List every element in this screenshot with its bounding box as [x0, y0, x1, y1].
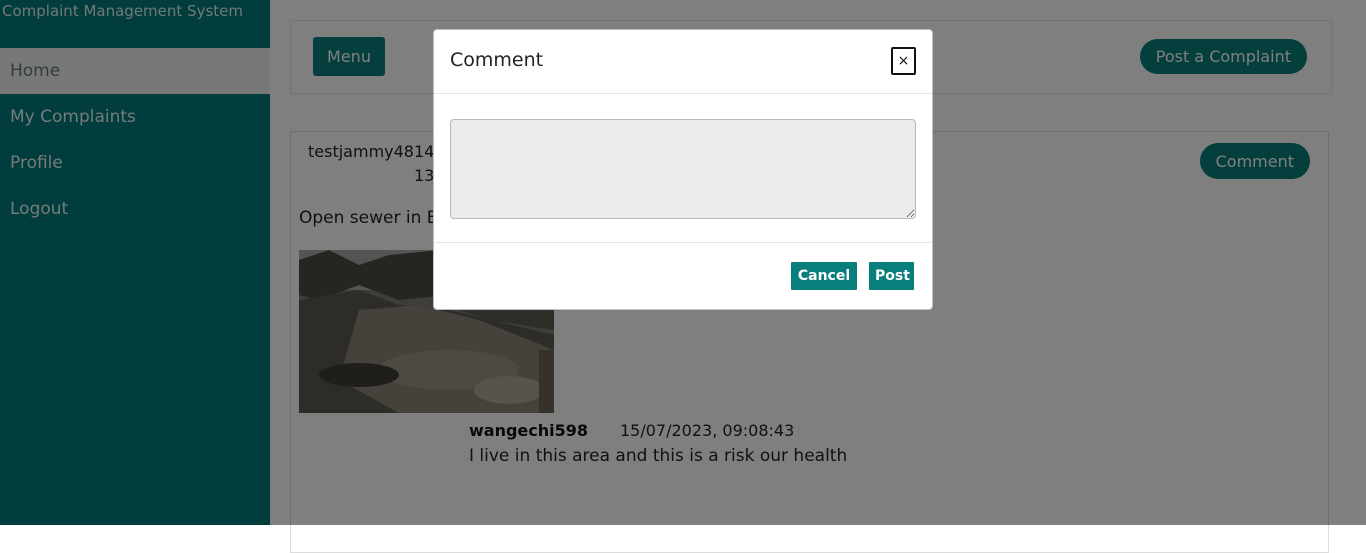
comment-modal: Comment × Cancel Post: [433, 29, 933, 310]
comment-textarea[interactable]: [450, 119, 916, 219]
modal-title: Comment: [450, 49, 544, 71]
cancel-button[interactable]: Cancel: [791, 262, 857, 290]
modal-body: [450, 119, 916, 219]
post-button[interactable]: Post: [869, 262, 914, 290]
modal-footer: Cancel Post: [434, 242, 932, 310]
modal-header: Comment ×: [434, 30, 932, 94]
close-button[interactable]: ×: [891, 47, 916, 75]
